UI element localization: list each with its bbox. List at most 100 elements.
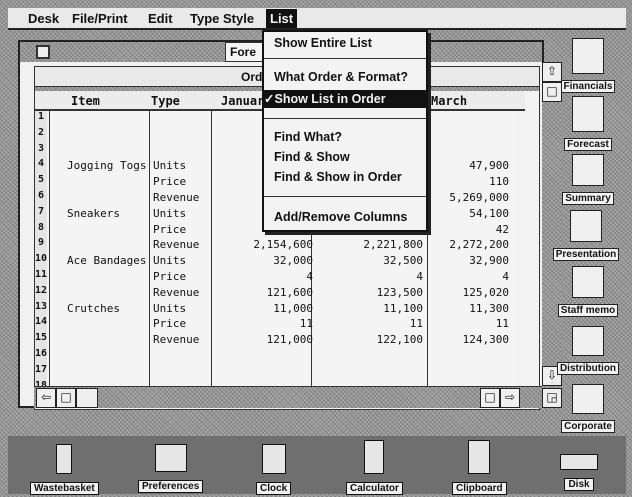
- table-cell[interactable]: 123,500: [323, 286, 423, 299]
- table-cell[interactable]: 121,600: [213, 286, 313, 299]
- table-cell[interactable]: Revenue: [153, 333, 217, 346]
- disk[interactable]: Disk: [560, 454, 598, 491]
- menu-type-style[interactable]: Type Style: [190, 11, 254, 26]
- wastebasket[interactable]: Wastebasket: [30, 444, 99, 495]
- table-cell[interactable]: 2,272,200: [423, 238, 509, 251]
- list-menu-dropdown: Show Entire List What Order & Format? ✓S…: [262, 30, 428, 232]
- row-number[interactable]: 3: [35, 142, 47, 160]
- icon-summary[interactable]: Summary: [550, 154, 626, 205]
- header-january[interactable]: Januar: [221, 94, 264, 108]
- table-cell[interactable]: 122,100: [323, 333, 423, 346]
- row-number[interactable]: 8: [35, 221, 47, 239]
- table-cell[interactable]: Units: [153, 254, 217, 267]
- table-cell[interactable]: 5,269,000: [423, 191, 509, 204]
- table-cell[interactable]: 54,100: [423, 207, 509, 220]
- table-cell[interactable]: Sneakers: [67, 207, 147, 220]
- table-cell[interactable]: 2,221,800: [323, 238, 423, 251]
- table-cell[interactable]: Ace Bandages: [67, 254, 147, 267]
- row-number[interactable]: 13: [35, 300, 47, 318]
- icon-forecast[interactable]: Forecast: [550, 96, 626, 151]
- row-number[interactable]: 2: [35, 126, 47, 144]
- icon-distribution[interactable]: Distribution: [550, 326, 626, 375]
- row-number[interactable]: 7: [35, 205, 47, 223]
- table-cell[interactable]: 32,900: [423, 254, 509, 267]
- row-number[interactable]: 12: [35, 284, 47, 302]
- page-left-icon[interactable]: □: [56, 388, 76, 408]
- wastebasket-label: Wastebasket: [30, 482, 99, 495]
- row-number[interactable]: 6: [35, 190, 47, 207]
- table-cell[interactable]: 124,300: [423, 333, 509, 346]
- clock[interactable]: Clock: [256, 444, 292, 495]
- table-cell[interactable]: 11: [423, 317, 509, 330]
- table-cell[interactable]: 42: [423, 223, 509, 236]
- table-cell[interactable]: Price: [153, 175, 217, 188]
- table-cell[interactable]: 11,000: [213, 302, 313, 315]
- table-cell[interactable]: 11: [213, 317, 313, 330]
- table-cell[interactable]: Jogging Togs: [67, 159, 147, 172]
- clipboard[interactable]: Clipboard: [452, 440, 507, 495]
- table-cell[interactable]: Price: [153, 317, 217, 330]
- table-cell[interactable]: Price: [153, 270, 217, 283]
- menu-divider: [264, 118, 426, 119]
- menu-desk[interactable]: Desk: [28, 11, 59, 26]
- menu-edit[interactable]: Edit: [148, 11, 173, 26]
- header-item[interactable]: Item: [71, 94, 100, 108]
- table-cell[interactable]: Revenue: [153, 191, 217, 204]
- header-type[interactable]: Type: [151, 94, 180, 108]
- table-cell[interactable]: 4: [213, 270, 313, 283]
- calculator[interactable]: Calculator: [346, 440, 403, 495]
- row-number[interactable]: 4: [35, 158, 47, 176]
- horizontal-scrollbar[interactable]: ⇦ □ □ ⇨: [34, 386, 542, 408]
- table-cell[interactable]: Units: [153, 207, 217, 220]
- table-cell[interactable]: 11,300: [423, 302, 509, 315]
- table-cell[interactable]: Crutches: [67, 302, 147, 315]
- icon-presentation[interactable]: Presentation: [548, 210, 624, 261]
- table-cell[interactable]: Units: [153, 302, 217, 315]
- row-number[interactable]: 5: [35, 174, 47, 191]
- row-number[interactable]: 17: [35, 363, 47, 381]
- scroll-right-icon[interactable]: ⇨: [500, 388, 520, 408]
- row-number[interactable]: 9: [35, 237, 47, 255]
- table-cell[interactable]: 11,100: [323, 302, 423, 315]
- table-cell[interactable]: 121,000: [213, 333, 313, 346]
- table-cell[interactable]: 4: [423, 270, 509, 283]
- icon-corporate[interactable]: Corporate: [550, 384, 626, 433]
- icon-financials[interactable]: Financials: [550, 38, 626, 93]
- scroll-thumb[interactable]: [76, 388, 98, 408]
- row-number[interactable]: 1: [35, 111, 47, 128]
- row-number[interactable]: 11: [35, 269, 47, 286]
- page-right-icon[interactable]: □: [480, 388, 500, 408]
- menu-item-show-entire-list[interactable]: Show Entire List: [274, 36, 372, 50]
- preferences[interactable]: Preferences: [138, 444, 204, 493]
- table-cell[interactable]: Price: [153, 223, 217, 236]
- table-cell[interactable]: Units: [153, 159, 217, 172]
- menu-item-find-what[interactable]: Find What?: [274, 130, 342, 144]
- table-cell[interactable]: 32,000: [213, 254, 313, 267]
- table-cell[interactable]: 110: [423, 175, 509, 188]
- row-number[interactable]: 16: [35, 348, 47, 365]
- table-cell[interactable]: 11: [323, 317, 423, 330]
- icon-staff-memo[interactable]: Staff memo: [550, 266, 626, 317]
- menu-item-add-remove-columns[interactable]: Add/Remove Columns: [274, 210, 407, 224]
- table-cell[interactable]: 2,154,600: [213, 238, 313, 251]
- header-march[interactable]: March: [431, 94, 467, 108]
- scroll-left-icon[interactable]: ⇦: [36, 388, 56, 408]
- table-cell[interactable]: 32,500: [323, 254, 423, 267]
- table-cell[interactable]: 4: [323, 270, 423, 283]
- table-cell[interactable]: Revenue: [153, 286, 217, 299]
- menu-item-show-list-in-order[interactable]: ✓Show List in Order: [264, 90, 426, 108]
- close-box-icon[interactable]: [36, 45, 50, 59]
- menu-item-find-show-order[interactable]: Find & Show in Order: [274, 170, 402, 184]
- menu-list[interactable]: List: [266, 9, 298, 28]
- calculator-label: Calculator: [346, 482, 403, 495]
- row-number[interactable]: 14: [35, 316, 47, 334]
- menu-item-find-show[interactable]: Find & Show: [274, 150, 350, 164]
- table-cell[interactable]: 47,900: [423, 159, 509, 172]
- chart-icon: [572, 154, 604, 186]
- row-number[interactable]: 15: [35, 332, 47, 349]
- table-cell[interactable]: Revenue: [153, 238, 217, 251]
- menu-item-what-order-format[interactable]: What Order & Format?: [274, 70, 408, 84]
- table-cell[interactable]: 125,020: [423, 286, 509, 299]
- menu-file-print[interactable]: File/Print: [72, 11, 128, 26]
- row-number[interactable]: 10: [35, 253, 47, 270]
